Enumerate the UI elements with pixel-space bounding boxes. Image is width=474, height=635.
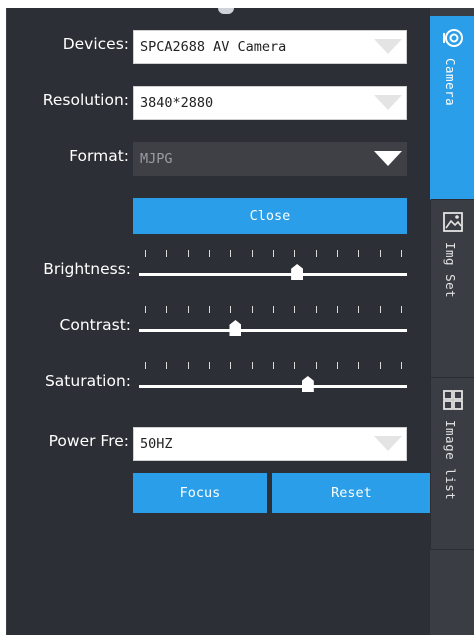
tab-camera-label: Camera bbox=[443, 58, 458, 107]
resolution-select[interactable]: 3840*2880 bbox=[133, 86, 407, 120]
format-label: Format: bbox=[69, 147, 129, 165]
slider-tick bbox=[337, 306, 338, 313]
slider-tick bbox=[315, 250, 317, 257]
slider-tick bbox=[315, 306, 317, 313]
contrast-slider-thumb[interactable] bbox=[229, 320, 242, 336]
tab-img-set[interactable]: Img Set bbox=[430, 200, 474, 378]
slider-tick bbox=[187, 306, 189, 313]
brightness-slider-thumb[interactable] bbox=[291, 264, 304, 280]
tab-image-list-label: Image list bbox=[443, 420, 458, 501]
slider-tick bbox=[358, 362, 360, 369]
slider-tick bbox=[337, 250, 338, 257]
resolution-value: 3840*2880 bbox=[140, 95, 214, 111]
focus-button[interactable]: Focus bbox=[133, 473, 267, 513]
power-frequency-label: Power Fre: bbox=[48, 432, 129, 450]
panel-top-handle bbox=[218, 8, 234, 14]
slider-tick bbox=[251, 250, 253, 257]
contrast-slider-track[interactable] bbox=[139, 329, 407, 332]
slider-tick bbox=[273, 362, 274, 369]
image-grid-icon bbox=[443, 390, 463, 410]
contrast-slider[interactable] bbox=[139, 304, 407, 344]
chevron-down-icon bbox=[374, 151, 402, 166]
slider-tick bbox=[379, 306, 381, 313]
camera-settings-panel: Devices: SPCA2688 AV Camera Resolution: … bbox=[6, 8, 431, 635]
slider-tick bbox=[230, 362, 232, 369]
devices-label: Devices: bbox=[62, 35, 129, 53]
slider-tick bbox=[251, 306, 253, 313]
saturation-slider-track[interactable] bbox=[139, 385, 407, 388]
power-frequency-value: 50HZ bbox=[140, 436, 173, 452]
devices-value: SPCA2688 AV Camera bbox=[140, 39, 287, 55]
slider-tick bbox=[401, 250, 402, 257]
slider-tick bbox=[294, 362, 296, 369]
reset-button[interactable]: Reset bbox=[272, 473, 431, 513]
format-value: MJPG bbox=[140, 151, 173, 167]
slider-tick bbox=[379, 250, 381, 257]
slider-tick bbox=[401, 306, 402, 313]
slider-tick bbox=[337, 362, 338, 369]
slider-tick bbox=[294, 306, 296, 313]
slider-tick bbox=[401, 362, 402, 369]
slider-tick bbox=[187, 362, 189, 369]
slider-tick bbox=[358, 250, 360, 257]
slider-tick bbox=[145, 250, 146, 257]
slider-tick bbox=[166, 306, 168, 313]
power-frequency-select[interactable]: 50HZ bbox=[133, 427, 407, 461]
tab-img-set-label: Img Set bbox=[443, 242, 458, 299]
saturation-label: Saturation: bbox=[44, 372, 131, 390]
close-button[interactable]: Close bbox=[133, 198, 407, 234]
format-select[interactable]: MJPG bbox=[133, 142, 407, 176]
slider-tick bbox=[166, 362, 168, 369]
slider-tick bbox=[166, 250, 168, 257]
saturation-slider[interactable] bbox=[139, 360, 407, 400]
chevron-down-icon bbox=[374, 39, 402, 54]
slider-tick bbox=[230, 306, 232, 313]
slider-tick bbox=[145, 362, 146, 369]
slider-tick bbox=[251, 362, 253, 369]
tab-image-list[interactable]: Image list bbox=[430, 378, 474, 550]
tab-camera[interactable]: Camera bbox=[430, 16, 474, 200]
saturation-slider-thumb[interactable] bbox=[301, 376, 314, 392]
slider-tick bbox=[209, 362, 210, 369]
resolution-label: Resolution: bbox=[42, 91, 129, 109]
slider-tick bbox=[187, 250, 189, 257]
chevron-down-icon bbox=[374, 436, 402, 451]
brightness-slider-track[interactable] bbox=[139, 273, 407, 276]
slider-tick bbox=[294, 250, 296, 257]
app-window: Devices: SPCA2688 AV Camera Resolution: … bbox=[0, 0, 474, 635]
slider-tick bbox=[209, 306, 210, 313]
brightness-label: Brightness: bbox=[43, 260, 131, 278]
slider-tick bbox=[379, 362, 381, 369]
image-settings-icon bbox=[443, 212, 463, 232]
slider-tick bbox=[315, 362, 317, 369]
slider-tick bbox=[358, 306, 360, 313]
slider-tick bbox=[145, 306, 146, 313]
side-tab-bar: Camera Img Set Image list bbox=[430, 8, 474, 635]
contrast-label: Contrast: bbox=[59, 316, 131, 334]
camera-icon bbox=[443, 29, 463, 47]
slider-tick bbox=[209, 250, 210, 257]
brightness-slider[interactable] bbox=[139, 248, 407, 288]
devices-select[interactable]: SPCA2688 AV Camera bbox=[133, 30, 407, 64]
slider-tick bbox=[273, 250, 274, 257]
slider-tick bbox=[230, 250, 232, 257]
slider-tick bbox=[273, 306, 274, 313]
chevron-down-icon bbox=[374, 95, 402, 110]
